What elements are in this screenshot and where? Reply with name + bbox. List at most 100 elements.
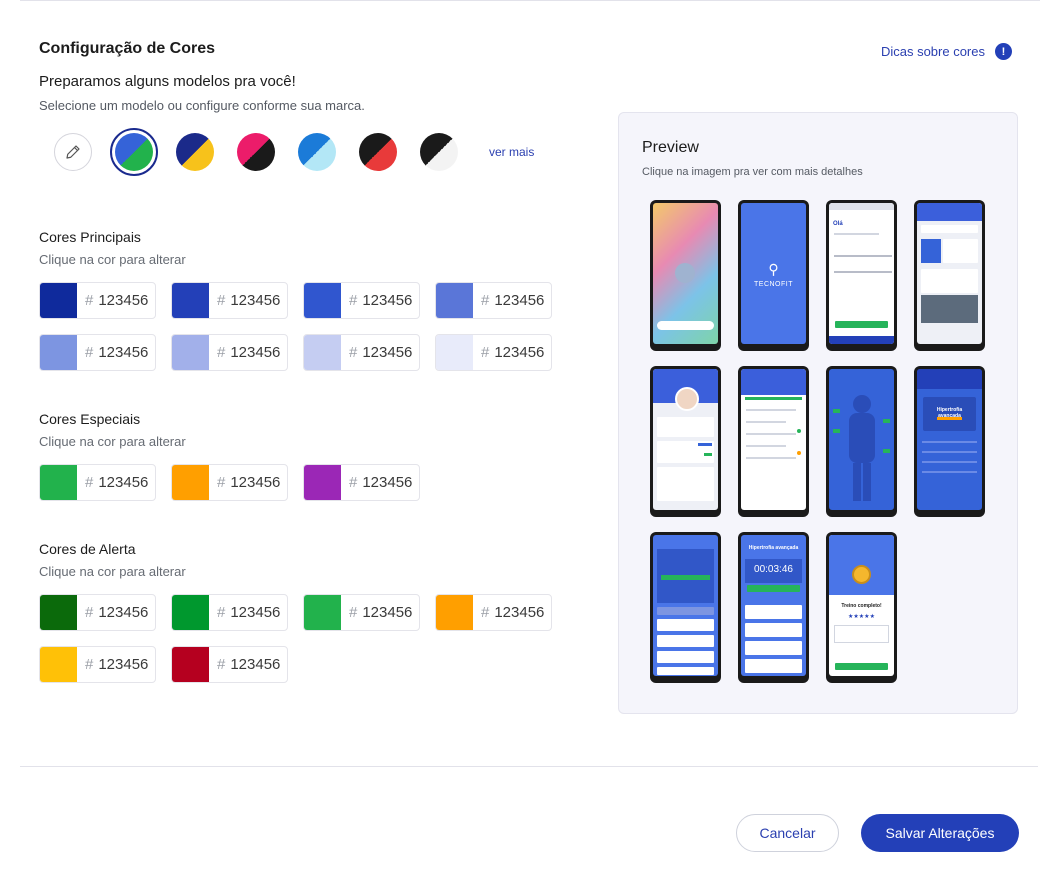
hex-text: 123456: [230, 474, 281, 491]
custom-edit-button[interactable]: [54, 133, 92, 171]
main-color-swatch[interactable]: #123456: [39, 282, 156, 319]
hex-value[interactable]: #123456: [77, 595, 155, 630]
color-tips-link[interactable]: Dicas sobre cores !: [881, 43, 1012, 60]
preview-plan-screen[interactable]: Hipertrofia avançada: [914, 366, 985, 517]
main-color-swatch[interactable]: #123456: [435, 282, 552, 319]
hex-text: 123456: [230, 292, 281, 309]
alert-color-swatch[interactable]: #123456: [39, 646, 156, 683]
main-color-swatch[interactable]: #123456: [171, 282, 288, 319]
hex-text: 123456: [362, 604, 413, 621]
color-preset-black-white[interactable]: [420, 133, 458, 171]
hex-value[interactable]: #123456: [209, 335, 287, 370]
hex-value[interactable]: #123456: [341, 595, 419, 630]
hex-text: 123456: [98, 344, 149, 361]
hex-text: 123456: [362, 344, 413, 361]
color-preset-pink-black[interactable]: [237, 133, 275, 171]
hex-text: 123456: [494, 344, 545, 361]
main-color-swatch[interactable]: #123456: [435, 334, 552, 371]
templates-heading: Preparamos alguns modelos pra você!: [39, 73, 296, 90]
hex-value[interactable]: #123456: [341, 335, 419, 370]
color-chip: [436, 595, 473, 630]
hex-text: 123456: [98, 604, 149, 621]
hex-text: 123456: [230, 604, 281, 621]
cancel-button[interactable]: Cancelar: [736, 814, 839, 852]
main-color-swatch[interactable]: #123456: [39, 334, 156, 371]
special-colors-grid: #123456 #123456 #123456: [39, 464, 552, 501]
hex-value[interactable]: #123456: [209, 647, 287, 682]
hex-value[interactable]: #123456: [77, 335, 155, 370]
timer-readout: 00:03:46: [754, 564, 793, 575]
hex-value[interactable]: #123456: [77, 647, 155, 682]
color-chip: [436, 335, 473, 370]
hex-text: 123456: [494, 604, 545, 621]
preview-splash-screen[interactable]: ⚲ TECNOFIT: [738, 200, 809, 351]
alert-colors-subtitle: Clique na cor para alterar: [39, 564, 186, 579]
hex-text: 123456: [230, 344, 281, 361]
hex-text: 123456: [98, 474, 149, 491]
hex-value[interactable]: #123456: [473, 283, 551, 318]
save-changes-button[interactable]: Salvar Alterações: [861, 814, 1019, 852]
hex-value[interactable]: #123456: [341, 283, 419, 318]
special-color-swatch[interactable]: #123456: [303, 464, 420, 501]
hex-value[interactable]: #123456: [77, 465, 155, 500]
hash-symbol: #: [481, 604, 490, 621]
hex-text: 123456: [362, 474, 413, 491]
hex-value[interactable]: #123456: [77, 283, 155, 318]
color-chip: [172, 283, 209, 318]
preview-timer-screen[interactable]: Hipertrofia avançada 00:03:46: [738, 532, 809, 683]
alert-color-swatch[interactable]: #123456: [171, 594, 288, 631]
preview-workout-screen[interactable]: [650, 532, 721, 683]
special-colors-subtitle: Clique na cor para alterar: [39, 434, 186, 449]
alert-color-swatch[interactable]: #123456: [303, 594, 420, 631]
color-chip: [40, 647, 77, 682]
hex-text: 123456: [98, 292, 149, 309]
alert-color-swatch[interactable]: #123456: [39, 594, 156, 631]
preview-panel: Preview Clique na imagem pra ver com mai…: [618, 112, 1018, 714]
color-preset-black-red[interactable]: [359, 133, 397, 171]
info-icon: !: [995, 43, 1012, 60]
hex-value[interactable]: #123456: [473, 335, 551, 370]
special-color-swatch[interactable]: #123456: [171, 464, 288, 501]
hash-symbol: #: [217, 474, 226, 491]
color-chip: [40, 335, 77, 370]
color-preset-blue-green[interactable]: [110, 128, 158, 176]
preview-completed-screen[interactable]: Treino completo! ★★★★★: [826, 532, 897, 683]
preview-profile-screen[interactable]: [650, 366, 721, 517]
hash-symbol: #: [349, 344, 358, 361]
main-color-swatch[interactable]: #123456: [303, 334, 420, 371]
page-title: Configuração de Cores: [39, 40, 216, 57]
preview-muscle-map-screen[interactable]: [826, 366, 897, 517]
hex-value[interactable]: #123456: [341, 465, 419, 500]
preview-home-screen[interactable]: [650, 200, 721, 351]
hex-value[interactable]: #123456: [209, 283, 287, 318]
main-color-swatch[interactable]: #123456: [303, 282, 420, 319]
alert-color-swatch[interactable]: #123456: [171, 646, 288, 683]
preset-list: ver mais: [54, 128, 534, 176]
color-chip: [40, 283, 77, 318]
hash-symbol: #: [481, 292, 490, 309]
splash-brand: TECNOFIT: [754, 281, 793, 288]
alert-color-swatch[interactable]: #123456: [435, 594, 552, 631]
hash-symbol: #: [217, 292, 226, 309]
hex-text: 123456: [362, 292, 413, 309]
color-chip: [304, 595, 341, 630]
hex-value[interactable]: #123456: [209, 595, 287, 630]
color-chip: [172, 647, 209, 682]
hex-value[interactable]: #123456: [473, 595, 551, 630]
preview-calendar-screen[interactable]: [738, 366, 809, 517]
preview-login-screen[interactable]: Olá: [826, 200, 897, 351]
color-preset-navy-yellow[interactable]: [176, 133, 214, 171]
color-chip: [304, 283, 341, 318]
hash-symbol: #: [85, 474, 94, 491]
color-preset-blue-lightblue[interactable]: [298, 133, 336, 171]
special-color-swatch[interactable]: #123456: [39, 464, 156, 501]
top-divider: [20, 0, 1040, 1]
hex-value[interactable]: #123456: [209, 465, 287, 500]
hex-text: 123456: [494, 292, 545, 309]
templates-subtitle: Selecione um modelo ou configure conform…: [39, 98, 365, 113]
color-chip: [172, 335, 209, 370]
preview-feed-screen[interactable]: [914, 200, 985, 351]
see-more-link[interactable]: ver mais: [489, 145, 534, 159]
main-color-swatch[interactable]: #123456: [171, 334, 288, 371]
hash-symbol: #: [217, 604, 226, 621]
